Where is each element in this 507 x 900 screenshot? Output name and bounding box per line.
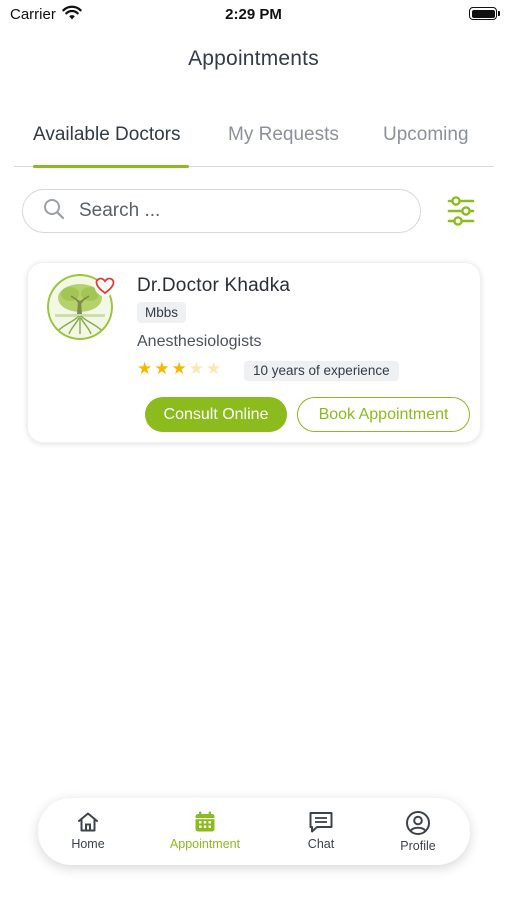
consult-online-button[interactable]: Consult Online (145, 397, 287, 432)
tab-bar: Available Doctors My Requests Upcoming (14, 124, 494, 168)
book-appointment-button[interactable]: Book Appointment (297, 397, 470, 432)
nav-appointment-label: Appointment (169, 837, 241, 851)
tab-available-doctors[interactable]: Available Doctors (33, 124, 189, 168)
nav-profile-label: Profile (400, 839, 436, 853)
star-empty-icon: ★ (188, 359, 204, 378)
favorite-button[interactable] (94, 275, 116, 297)
doctor-specialty: Anesthesiologists (137, 333, 262, 350)
doctor-name: Dr.Doctor Khadka (137, 275, 291, 296)
search-bar (22, 189, 421, 233)
calendar-icon (195, 811, 215, 832)
user-circle-icon (406, 811, 430, 835)
star-empty-icon: ★ (206, 359, 222, 378)
nav-home-label: Home (71, 837, 105, 851)
nav-chat-label: Chat (307, 837, 335, 851)
nav-profile[interactable]: Profile (368, 810, 468, 860)
clock-time: 2:29 PM (225, 6, 282, 23)
battery-icon (469, 7, 500, 20)
nav-chat[interactable]: Chat (271, 810, 371, 860)
page-title: Appointments (188, 47, 319, 70)
doctor-card[interactable]: Dr.Doctor Khadka Mbbs Anesthesiologists … (27, 262, 481, 443)
star-filled-icon: ★ (137, 359, 153, 378)
home-icon (78, 812, 98, 832)
experience-badge: 10 years of experience (244, 361, 399, 381)
chat-bubble-icon (309, 812, 333, 833)
bottom-nav: Home Appointment Chat Profile (38, 798, 470, 865)
rating-stars: ★ ★ ★ ★ ★ (137, 360, 221, 377)
filter-button[interactable] (446, 195, 476, 227)
search-input[interactable] (79, 200, 379, 222)
sliders-icon (447, 196, 475, 226)
star-filled-icon: ★ (171, 359, 187, 378)
heart-outline-icon (94, 275, 116, 297)
nav-home[interactable]: Home (38, 810, 138, 860)
search-icon (43, 198, 65, 225)
tab-my-requests[interactable]: My Requests (228, 124, 339, 167)
status-bar: Carrier 2:29 PM (0, 0, 507, 30)
nav-appointment[interactable]: Appointment (155, 810, 255, 860)
degree-badge: Mbbs (137, 302, 187, 323)
star-filled-icon: ★ (154, 359, 170, 378)
tab-upcoming[interactable]: Upcoming (383, 124, 469, 167)
